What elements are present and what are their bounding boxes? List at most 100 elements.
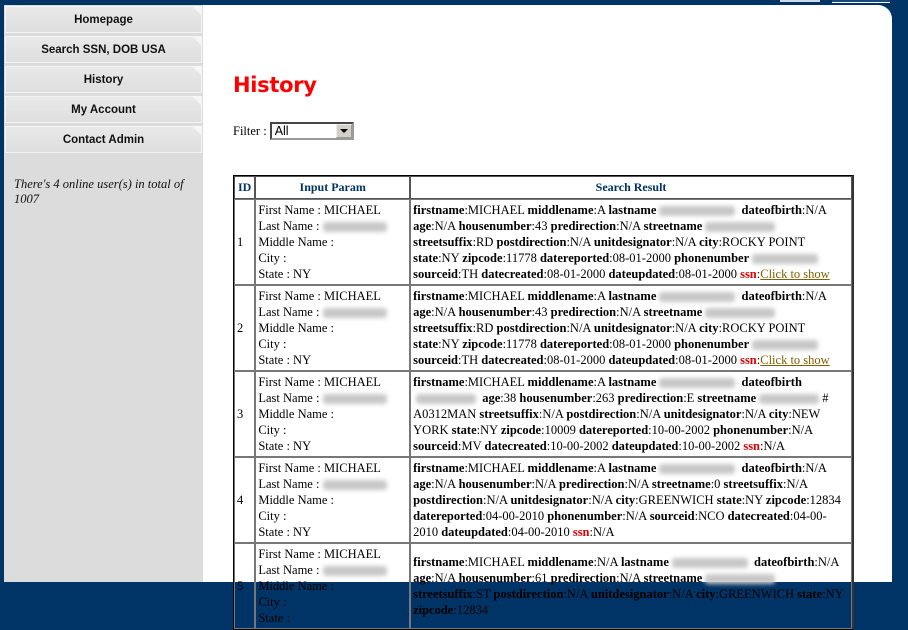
field-key: streetname xyxy=(643,305,703,319)
redacted-value xyxy=(705,574,776,585)
field-key: state xyxy=(451,423,477,437)
field-value: :E xyxy=(683,391,695,405)
ssn-label: ssn xyxy=(740,267,757,281)
field-key: housenumber xyxy=(458,305,532,319)
field-value: :43 xyxy=(531,219,548,233)
field-value: :N/A xyxy=(801,461,827,475)
history-table: ID Input Param Search Result 1 First Name… xyxy=(233,175,854,630)
field-value: :04-00-2010 xyxy=(482,509,545,523)
field-value: :10-00-2002 xyxy=(546,439,609,453)
field-key: streetname xyxy=(651,477,711,491)
field-value: :MICHAEL xyxy=(464,203,525,217)
field-key: phonenumber xyxy=(713,423,789,437)
sidebar: Homepage Search SSN, DOB USA History My … xyxy=(4,5,203,582)
field-value: :10-00-2002 xyxy=(678,439,741,453)
field-value: :08-01-2000 xyxy=(609,251,671,265)
field-key: dateofbirth xyxy=(754,555,815,569)
field-key: postdirection xyxy=(413,493,483,507)
redacted-value xyxy=(322,480,387,491)
input-param-cell: First Name : MICHAEL Last Name : Middle N… xyxy=(255,543,411,629)
field-value: :N/A xyxy=(671,235,696,249)
field-key: age xyxy=(413,571,432,585)
input-param-cell: First Name : MICHAEL Last Name : Middle N… xyxy=(255,371,411,457)
field-key: age xyxy=(413,305,432,319)
field-key: unitdesignator xyxy=(663,407,742,421)
input-last-name: Last Name : xyxy=(258,304,407,320)
field-value: :N/A xyxy=(431,477,456,491)
menu-item-homepage[interactable]: Homepage xyxy=(5,6,202,33)
field-value: :N/A xyxy=(431,219,456,233)
field-key: middlename xyxy=(527,203,594,217)
menu-item-label: Homepage xyxy=(74,13,133,26)
field-key: unitdesignator xyxy=(510,493,589,507)
search-result-cell: firstname:MICHAEL middlename:A lastname … xyxy=(410,457,852,543)
header-search-result: Search Result xyxy=(410,176,852,199)
ssn-value: N/A xyxy=(593,525,615,539)
field-value: :12834 xyxy=(453,603,489,617)
ssn-click-to-show-link[interactable]: Click to show xyxy=(760,267,829,281)
field-value: :N/A xyxy=(593,555,618,569)
right-border-strip xyxy=(892,5,908,582)
field-value: :TH xyxy=(458,353,479,367)
dropdown-arrow-icon[interactable] xyxy=(335,124,352,138)
field-key: city xyxy=(615,493,636,507)
field-value: :N/A xyxy=(566,235,591,249)
field-key: firstname xyxy=(413,555,465,569)
row-id: 4 xyxy=(234,457,256,543)
ssn-click-to-show-link[interactable]: Click to show xyxy=(760,353,829,367)
field-value: :N/A xyxy=(741,407,766,421)
field-value: :RD xyxy=(472,235,494,249)
menu-item-my-account[interactable]: My Account xyxy=(5,96,202,123)
menu-item-label: Contact Admin xyxy=(62,133,145,146)
field-key: middlename xyxy=(527,375,594,389)
field-key: predirection xyxy=(550,305,617,319)
field-key: unitdesignator xyxy=(593,321,672,335)
field-key: streetsuffix xyxy=(413,235,473,249)
field-value: :N/A xyxy=(431,571,456,585)
field-key: streetname xyxy=(643,219,703,233)
field-key: lastname xyxy=(608,375,657,389)
field-key: age xyxy=(482,391,501,405)
field-value: :N/A xyxy=(483,493,508,507)
field-key: streetsuffix xyxy=(479,407,539,421)
field-key: datecreated xyxy=(727,509,790,523)
menu-item-history[interactable]: History xyxy=(5,66,202,93)
input-city: City : xyxy=(258,251,287,265)
filter-select[interactable]: All xyxy=(269,122,354,140)
field-value: :08-01-2000 xyxy=(543,267,606,281)
ssn-label: ssn xyxy=(743,439,761,453)
redacted-value xyxy=(659,378,736,389)
input-city: City : xyxy=(258,509,287,523)
search-result-cell: firstname:MICHAEL middlename:N/A lastnam… xyxy=(410,543,852,629)
ssn-value: N/A xyxy=(763,439,786,453)
field-key: phonenumber xyxy=(547,509,623,523)
field-key: lastname xyxy=(608,461,657,475)
menu-item-search-ssn-dob[interactable]: Search SSN, DOB USA xyxy=(5,36,202,63)
field-key: postdirection xyxy=(566,407,637,421)
page-title: History xyxy=(233,73,317,97)
field-key: city xyxy=(696,587,716,601)
input-city: City : xyxy=(258,595,287,609)
field-value: :61 xyxy=(531,571,548,585)
field-key: datecreated xyxy=(481,353,544,367)
redacted-value xyxy=(659,464,736,475)
field-key: streetsuffix xyxy=(723,477,784,491)
field-key: predirection xyxy=(550,219,617,233)
field-key: zipcode xyxy=(500,423,542,437)
field-key: predirection xyxy=(550,571,617,585)
page-fold-icon xyxy=(192,126,202,136)
input-last-name: Last Name : xyxy=(258,390,407,406)
ssn-label: ssn xyxy=(572,525,590,539)
field-value: :N/A xyxy=(624,477,649,491)
field-key: lastname xyxy=(608,203,657,217)
table-header-row: ID Input Param Search Result xyxy=(234,176,852,199)
menu-item-label: History xyxy=(83,73,124,86)
field-key: state xyxy=(413,337,439,351)
input-last-name: Last Name : xyxy=(258,476,407,492)
menu-item-contact-admin[interactable]: Contact Admin xyxy=(5,126,202,153)
input-middle-name: Middle Name : xyxy=(258,579,335,593)
field-value: :ST xyxy=(472,587,491,601)
field-key: middlename xyxy=(527,289,594,303)
field-value: :ROCKY POINT xyxy=(718,235,806,249)
field-value: :N/A xyxy=(801,203,827,217)
